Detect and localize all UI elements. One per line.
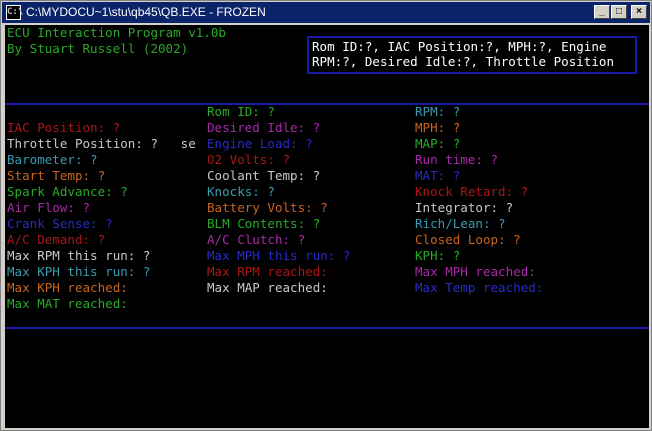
reading-label: MAP: ? [415, 137, 461, 152]
maximize-button[interactable]: □ [611, 5, 627, 19]
reading-label: Max Temp reached: [415, 281, 544, 296]
status-line-1: Rom ID:?, IAC Position:?, MPH:?, Engine [312, 40, 607, 55]
reading-label: Crank Sense: ? [7, 217, 113, 232]
program-title: ECU Interaction Program v1.0b [7, 26, 226, 41]
minimize-button[interactable]: _ [594, 5, 610, 19]
reading-label: KPH: ? [415, 249, 461, 264]
reading-label: Max RPM this run: ? [7, 249, 151, 264]
reading-label: Rich/Lean: ? [415, 217, 506, 232]
close-button[interactable]: × [631, 5, 647, 19]
status-box: Rom ID:?, IAC Position:?, MPH:?, Engine … [307, 36, 637, 74]
reading-label: Barometer: ? [7, 153, 98, 168]
reading-label: Desired Idle: ? [207, 121, 321, 136]
reading-label: Knocks: ? [207, 185, 275, 200]
reading-label: Coolant Temp: ? [207, 169, 321, 184]
reading-label: Max KPH this run: ? [7, 265, 151, 280]
reading-label: RPM: ? [415, 105, 461, 120]
reading-label: Start Temp: ? [7, 169, 106, 184]
reading-label: IAC Position: ? [7, 121, 121, 136]
bottom-divider [5, 327, 649, 329]
reading-label: BLM Contents: ? [207, 217, 321, 232]
window-title: C:\MYDOCU~1\stu\qb45\QB.EXE - FROZEN [26, 5, 266, 19]
reading-label: Rom ID: ? [207, 105, 275, 120]
console-screen[interactable]: ECU Interaction Program v1.0b By Stuart … [5, 25, 649, 428]
title-bar[interactable]: C:\ C:\MYDOCU~1\stu\qb45\QB.EXE - FROZEN… [2, 2, 650, 23]
reading-label: O2 Volts: ? [207, 153, 291, 168]
top-divider [5, 103, 649, 105]
reading-label: Throttle Position: ? se [7, 137, 196, 152]
reading-label: MPH: ? [415, 121, 461, 136]
reading-label: A/C Demand: ? [7, 233, 106, 248]
reading-label: Max RPM reached: [207, 265, 328, 280]
dos-window-icon[interactable]: C:\ [6, 5, 23, 20]
reading-label: Integrator: ? [415, 201, 514, 216]
reading-label: Spark Advance: ? [7, 185, 128, 200]
reading-label: Max MAT reached: [7, 297, 128, 312]
reading-label: Max MPH this run: ? [207, 249, 351, 264]
reading-label: MAT: ? [415, 169, 461, 184]
reading-label: Run time: ? [415, 153, 499, 168]
reading-label: Battery Volts: ? [207, 201, 328, 216]
reading-label: Max KPH reached: [7, 281, 128, 296]
console-window: C:\ C:\MYDOCU~1\stu\qb45\QB.EXE - FROZEN… [0, 0, 652, 431]
reading-label: Closed Loop: ? [415, 233, 521, 248]
reading-label: Max MPH reached: [415, 265, 536, 280]
reading-label: A/C Clutch: ? [207, 233, 306, 248]
reading-label: Engine Load: ? [207, 137, 313, 152]
reading-label: Air Flow: ? [7, 201, 91, 216]
program-author: By Stuart Russell (2002) [7, 42, 189, 57]
reading-label: Knock Retard: ? [415, 185, 529, 200]
reading-label: Max MAP reached: [207, 281, 328, 296]
status-line-2: RPM:?, Desired Idle:?, Throttle Position [312, 55, 615, 70]
